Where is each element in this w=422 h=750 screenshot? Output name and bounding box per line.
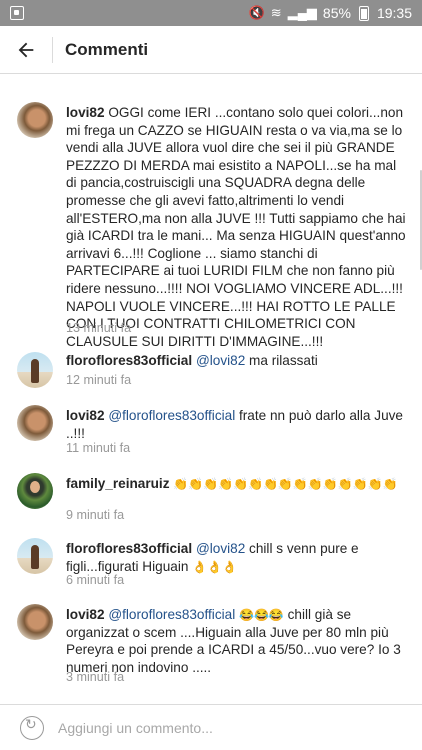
comment-mention[interactable]: @lovi82 [196, 541, 245, 556]
comment-timestamp: 6 minuti fa [66, 573, 125, 587]
refresh-icon[interactable] [20, 715, 44, 740]
comment-username[interactable]: lovi82 [66, 607, 105, 622]
battery-percent: 85% [322, 5, 351, 21]
comment-username[interactable]: lovi82 [66, 408, 105, 423]
comment-timestamp: 13 minuti fa [66, 321, 132, 335]
avatar[interactable] [17, 604, 53, 640]
ok-hand-emoji: 👌👌👌 [192, 559, 238, 574]
wifi-icon: ≋ [270, 5, 282, 20]
clap-emoji: 👏👏👏👏👏👏👏👏👏👏👏👏👏👏👏 [173, 477, 398, 491]
comment-text: lovi82 @floroflores83official frate nn p… [66, 407, 408, 442]
arrow-left-icon [18, 42, 34, 57]
comment-input[interactable] [58, 719, 378, 736]
signal-icon: ▂▄▆ [287, 5, 317, 20]
comment-mention[interactable]: @lovi82 [196, 353, 245, 368]
clock: 19:35 [376, 5, 412, 21]
comment-body: ma rilassati [249, 353, 318, 368]
comment-text: lovi82 OGGI come IERI ...contano solo qu… [66, 104, 408, 350]
avatar[interactable] [17, 352, 53, 388]
comment-timestamp: 3 minuti fa [66, 670, 125, 684]
comment-username[interactable]: family_reinaruiz [66, 476, 170, 491]
avatar[interactable] [17, 538, 53, 574]
comment-timestamp: 11 minuti fa [66, 441, 131, 455]
mute-icon: 🔇 [248, 5, 265, 20]
comment-text: family_reinaruiz 👏👏👏👏👏👏👏👏👏👏👏👏👏👏👏 [66, 475, 408, 493]
comment-username[interactable]: floroflores83official [66, 353, 192, 368]
comment-composer [0, 704, 422, 750]
avatar[interactable] [17, 405, 53, 441]
avatar[interactable] [17, 473, 53, 509]
comment-username[interactable]: floroflores83official [66, 541, 192, 556]
header: Commenti [0, 26, 422, 74]
comment-text: floroflores83official @lovi82 ma rilassa… [66, 352, 408, 370]
comment-text: lovi82 @floroflores83official 😂😂😂 chill … [66, 606, 408, 676]
status-bar-right: 🔇 ≋ ▂▄▆ 85% 19:35 [249, 5, 412, 21]
back-button[interactable] [2, 26, 50, 74]
comment-timestamp: 9 minuti fa [66, 508, 125, 522]
notification-icon [10, 6, 24, 20]
comment-mention[interactable]: @floroflores83official [108, 607, 235, 622]
comment-timestamp: 12 minuti fa [66, 373, 132, 387]
avatar[interactable] [17, 102, 53, 138]
status-bar: 🔇 ≋ ▂▄▆ 85% 19:35 [0, 0, 422, 26]
laughing-emoji: 😂😂😂 [239, 608, 284, 622]
comment-text: floroflores83official @lovi82 chill s ve… [66, 540, 408, 575]
page-title: Commenti [65, 39, 149, 59]
battery-icon [358, 5, 369, 21]
comment-body: OGGI come IERI ...contano solo quei colo… [66, 105, 406, 349]
comment-username[interactable]: lovi82 [66, 105, 105, 120]
comment-mention[interactable]: @floroflores83official [108, 408, 235, 423]
header-divider [52, 36, 53, 63]
